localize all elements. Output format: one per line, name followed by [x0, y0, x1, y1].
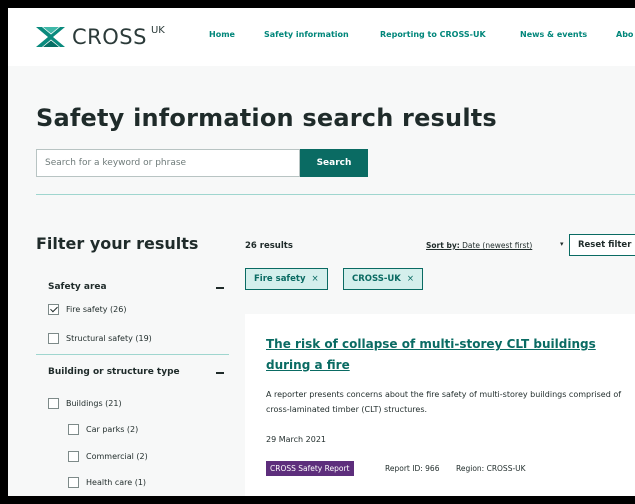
logo-suffix: UK [150, 25, 165, 36]
close-icon[interactable]: × [407, 274, 414, 284]
checkbox[interactable] [68, 424, 79, 435]
chip-label: CROSS-UK [352, 274, 401, 284]
result-description: A reporter presents concerns about the f… [266, 390, 622, 414]
nav-news-events[interactable]: News & events [520, 30, 587, 39]
filter-heading-safety-area[interactable]: Safety area [48, 282, 107, 292]
report-type-badge: CROSS Safety Report [266, 461, 354, 476]
sort-value: Date (newest first) [462, 241, 533, 250]
result-card: The risk of collapse of multi-storey CLT… [245, 314, 635, 496]
divider [36, 194, 635, 195]
filter-option-car-parks[interactable]: Car parks (2) [68, 424, 138, 435]
nav-home[interactable]: Home [209, 30, 235, 39]
nav-reporting[interactable]: Reporting to CROSS-UK [380, 30, 486, 39]
filter-heading-building-type[interactable]: Building or structure type [48, 367, 180, 377]
reset-filters-button[interactable]: Reset filter [569, 234, 635, 256]
filter-option-label: Structural safety (19) [66, 334, 152, 343]
cross-logo-icon [36, 27, 65, 47]
minus-icon[interactable] [216, 287, 224, 289]
result-count: 26 results [245, 241, 293, 251]
close-icon[interactable]: × [312, 274, 319, 284]
page-title: Safety information search results [36, 104, 497, 132]
filter-option-label: Commercial (2) [86, 452, 148, 461]
filter-option-label: Health care (1) [86, 478, 147, 487]
checkbox[interactable] [68, 477, 79, 488]
filter-option-structural-safety[interactable]: Structural safety (19) [48, 333, 152, 344]
filter-option-fire-safety[interactable]: Fire safety (26) [48, 304, 126, 315]
site-header: CROSS UK Home Safety information Reporti… [8, 8, 635, 66]
filter-option-label: Buildings (21) [66, 399, 122, 408]
sort-dropdown[interactable]: Sort by: Date (newest first) [426, 241, 532, 250]
active-filter-chip[interactable]: Fire safety × [245, 268, 328, 290]
page: CROSS UK Home Safety information Reporti… [8, 8, 635, 496]
search-placeholder: Search for a keyword or phrase [45, 158, 187, 168]
caret-down-icon[interactable]: ▾ [560, 240, 564, 248]
filter-title: Filter your results [36, 234, 199, 253]
report-id: Report ID: 966 [385, 464, 440, 473]
active-filter-chip[interactable]: CROSS-UK × [343, 268, 424, 290]
result-date: 29 March 2021 [266, 435, 327, 444]
site-logo[interactable]: CROSS UK [34, 22, 165, 52]
logo-text: CROSS [72, 25, 147, 49]
filter-option-health-care[interactable]: Health care (1) [68, 477, 146, 488]
filter-option-commercial[interactable]: Commercial (2) [68, 451, 148, 462]
filter-option-buildings[interactable]: Buildings (21) [48, 398, 122, 409]
report-region: Region: CROSS-UK [456, 464, 526, 473]
nav-about[interactable]: Abo [616, 30, 633, 39]
checkbox[interactable] [48, 333, 59, 344]
chip-label: Fire safety [254, 274, 306, 284]
checkbox[interactable] [68, 451, 79, 462]
nav-safety-information[interactable]: Safety information [264, 30, 349, 39]
search-button[interactable]: Search [300, 149, 368, 177]
filter-option-label: Car parks (2) [86, 425, 139, 434]
result-title-link[interactable]: The risk of collapse of multi-storey CLT… [266, 334, 635, 376]
search-input[interactable]: Search for a keyword or phrase [36, 149, 300, 177]
minus-icon[interactable] [216, 372, 224, 374]
filter-option-label: Fire safety (26) [66, 305, 127, 314]
sort-label: Sort by: [426, 241, 460, 250]
filter-divider [36, 354, 229, 355]
checkbox-checked[interactable] [48, 304, 59, 315]
checkbox[interactable] [48, 398, 59, 409]
